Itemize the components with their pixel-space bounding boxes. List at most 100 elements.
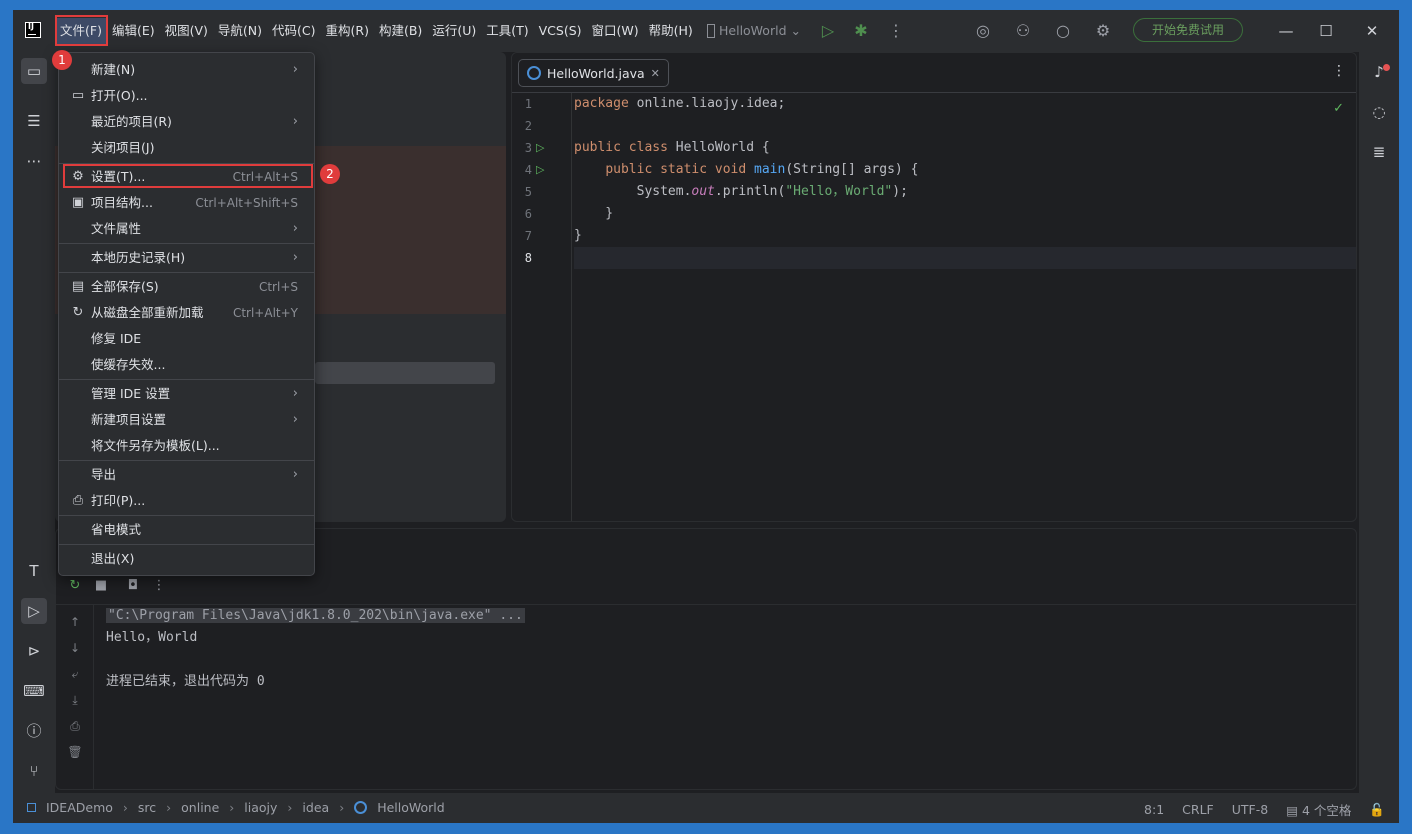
- menu-item-local-history[interactable]: 本地历史记录(H) ›: [63, 245, 310, 271]
- menu-item-reload-all[interactable]: ↻ 从磁盘全部重新加载 Ctrl+Alt+Y: [63, 300, 310, 326]
- arrow-down-icon[interactable]: ↓: [66, 639, 84, 657]
- submenu-arrow-icon: ›: [292, 62, 298, 77]
- arrow-up-icon[interactable]: ↑: [66, 613, 84, 631]
- run-config-selector[interactable]: HelloWorld ⌄: [707, 18, 801, 44]
- minimize-icon[interactable]: —: [1275, 20, 1297, 42]
- trash-icon[interactable]: 🗑: [66, 743, 84, 761]
- rerun-icon[interactable]: ↻: [66, 577, 84, 595]
- code-text: );: [892, 184, 908, 199]
- structure-icon[interactable]: ☰: [21, 108, 47, 134]
- project-folder-icon[interactable]: ▭: [21, 58, 47, 84]
- search-icon[interactable]: ○: [1053, 21, 1073, 41]
- tab-close-icon[interactable]: ✕: [651, 67, 660, 80]
- menu-item-new-project-settings[interactable]: 新建项目设置 ›: [63, 407, 310, 433]
- breadcrumb-item[interactable]: src: [138, 800, 156, 815]
- menu-item-recent-projects[interactable]: 最近的项目(R) ›: [63, 109, 310, 135]
- run-icon[interactable]: ▷: [818, 21, 838, 41]
- menu-window[interactable]: 窗口(W): [587, 18, 644, 44]
- gear-icon[interactable]: ⚙: [1093, 21, 1113, 41]
- run-tool-icon[interactable]: ▷: [21, 598, 47, 624]
- breadcrumb-item[interactable]: online: [181, 800, 219, 815]
- file-encoding[interactable]: UTF-8: [1232, 802, 1268, 817]
- tab-more-icon[interactable]: ⋮: [1332, 63, 1346, 79]
- tab-label: HelloWorld.java: [547, 65, 645, 81]
- services-icon[interactable]: ⊳: [21, 638, 47, 664]
- indent-setting[interactable]: ▤ 4 个空格: [1286, 800, 1351, 819]
- database-icon[interactable]: ≣: [1367, 140, 1391, 164]
- main-menu-bar: 文件(F) 编辑(E) 视图(V) 导航(N) 代码(C) 重构(R) 构建(B…: [55, 18, 698, 44]
- problems-icon[interactable]: ⓘ: [21, 718, 47, 744]
- free-trial-button[interactable]: 开始免费试用: [1133, 18, 1243, 42]
- menu-refactor[interactable]: 重构(R): [321, 18, 374, 44]
- menu-edit[interactable]: 编辑(E): [107, 18, 160, 44]
- menu-item-close-project[interactable]: 关闭项目(J): [63, 135, 310, 161]
- menu-build[interactable]: 构建(B): [374, 18, 427, 44]
- menu-separator: [59, 460, 314, 461]
- submenu-arrow-icon: ›: [292, 250, 298, 265]
- menu-item-label: 将文件另存为模板(L)...: [91, 438, 220, 453]
- editor-tab-bar: HelloWorld.java ✕ ⋮: [512, 53, 1356, 93]
- menu-help[interactable]: 帮助(H): [644, 18, 698, 44]
- menu-item-save-all[interactable]: ▤ 全部保存(S) Ctrl+S: [63, 274, 310, 300]
- build-hammer-icon[interactable]: T: [21, 558, 47, 584]
- code-line-4: public static void main(String[] args) {: [574, 159, 918, 181]
- add-user-icon[interactable]: ⚇: [1013, 21, 1033, 41]
- step-badge-2: 2: [320, 164, 340, 184]
- terminal-icon[interactable]: ⌨: [21, 678, 47, 704]
- tab-helloworld-java[interactable]: HelloWorld.java ✕: [518, 59, 669, 87]
- soft-wrap-icon[interactable]: ⤶: [66, 665, 84, 683]
- menu-item-manage-ide-settings[interactable]: 管理 IDE 设置 ›: [63, 381, 310, 407]
- menu-item-label: 从磁盘全部重新加载: [91, 305, 204, 320]
- java-class-icon: [354, 801, 368, 814]
- breadcrumb-separator: ›: [339, 800, 345, 815]
- menu-tools[interactable]: 工具(T): [481, 18, 533, 44]
- menu-item-new[interactable]: 新建(N) ›: [63, 57, 310, 83]
- menu-item-invalidate-caches[interactable]: 使缓存失效...: [63, 352, 310, 378]
- git-icon[interactable]: ⑂: [21, 758, 47, 784]
- run-main-gutter-icon[interactable]: ▷: [536, 163, 550, 177]
- debug-icon[interactable]: ✱: [851, 21, 871, 41]
- ai-assistant-icon[interactable]: ◎: [973, 21, 993, 41]
- breadcrumb-item[interactable]: IDEADemo: [46, 800, 113, 815]
- menu-navigate[interactable]: 导航(N): [213, 18, 267, 44]
- menu-run[interactable]: 运行(U): [427, 18, 481, 44]
- run-more-icon[interactable]: ⋮: [150, 577, 168, 595]
- submenu-arrow-icon: ›: [292, 386, 298, 401]
- project-structure-icon: ▣: [71, 195, 85, 210]
- menu-item-open[interactable]: ▭ 打开(O)...: [63, 83, 310, 109]
- camera-icon[interactable]: ◘: [124, 577, 142, 595]
- code-area[interactable]: package online.liaojy.idea; public class…: [574, 93, 1354, 521]
- menu-vcs[interactable]: VCS(S): [534, 18, 587, 44]
- console-command: "C:\Program Files\Java\jdk1.8.0_202\bin\…: [106, 608, 525, 623]
- breadcrumb-item[interactable]: idea: [302, 800, 329, 815]
- scroll-to-end-icon[interactable]: ⤓: [66, 691, 84, 709]
- more-actions-icon[interactable]: ⋮: [886, 21, 906, 41]
- lock-icon[interactable]: 🔓: [1369, 802, 1385, 818]
- more-tools-icon[interactable]: ⋯: [21, 148, 47, 174]
- line-separator[interactable]: CRLF: [1182, 802, 1214, 817]
- maximize-icon[interactable]: ☐: [1315, 20, 1337, 42]
- run-class-gutter-icon[interactable]: ▷: [536, 141, 550, 155]
- ai-chat-icon[interactable]: ◌: [1367, 100, 1391, 124]
- menu-item-label: 项目结构...: [91, 195, 153, 210]
- menu-item-power-save[interactable]: 省电模式: [63, 517, 310, 543]
- breadcrumb-item[interactable]: liaojy: [244, 800, 277, 815]
- caret-position[interactable]: 8:1: [1144, 802, 1164, 817]
- menu-item-save-as-template[interactable]: 将文件另存为模板(L)...: [63, 433, 310, 459]
- menu-code[interactable]: 代码(C): [267, 18, 320, 44]
- menu-view[interactable]: 视图(V): [160, 18, 213, 44]
- menu-item-project-structure[interactable]: ▣ 项目结构... Ctrl+Alt+Shift+S: [63, 190, 310, 216]
- intellij-logo-icon[interactable]: [25, 22, 41, 38]
- print-icon[interactable]: ⎙: [66, 717, 84, 735]
- menu-item-repair-ide[interactable]: 修复 IDE: [63, 326, 310, 352]
- menu-item-export[interactable]: 导出 ›: [63, 462, 310, 488]
- close-icon[interactable]: ✕: [1361, 20, 1383, 42]
- menu-item-label: 导出: [91, 467, 117, 482]
- menu-item-exit[interactable]: 退出(X): [63, 546, 310, 572]
- menu-item-file-properties[interactable]: 文件属性 ›: [63, 216, 310, 242]
- breadcrumb-separator: ›: [122, 800, 128, 815]
- stop-icon[interactable]: ■: [92, 577, 110, 595]
- menu-item-print[interactable]: ⎙ 打印(P)...: [63, 488, 310, 514]
- breadcrumb-item[interactable]: HelloWorld: [377, 800, 445, 815]
